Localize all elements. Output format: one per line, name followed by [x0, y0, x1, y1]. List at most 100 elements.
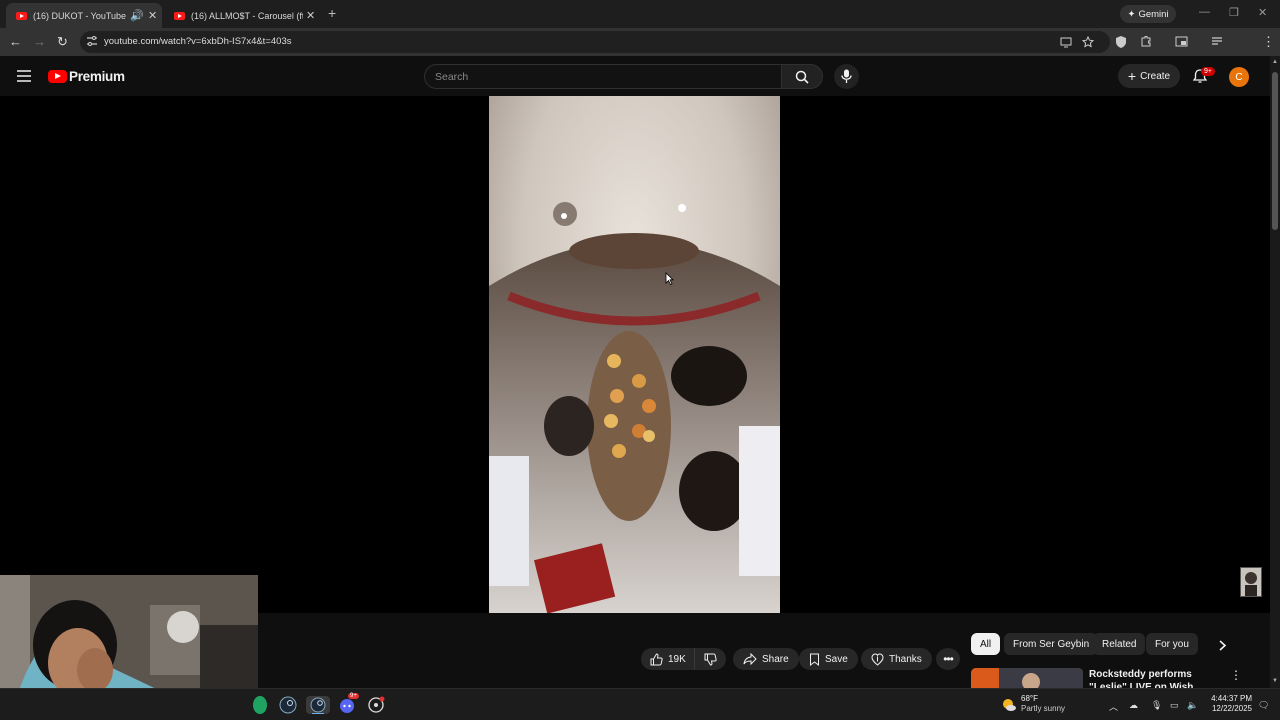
- steam-active-icon[interactable]: [306, 696, 330, 714]
- create-button[interactable]: + Create: [1118, 64, 1180, 88]
- tab-dukot[interactable]: (16) DUKOT - YouTube 🔊 ✕: [6, 3, 162, 28]
- search-input[interactable]: Search: [424, 64, 782, 89]
- microphone-tray-icon[interactable]: 🎙: [1151, 700, 1162, 711]
- thumbnail-image: [971, 668, 1083, 688]
- new-tab-button[interactable]: +: [328, 5, 336, 21]
- like-button[interactable]: 19K: [641, 648, 695, 670]
- obs-icon[interactable]: [367, 696, 385, 714]
- install-app-icon[interactable]: [1060, 36, 1072, 48]
- browser-tab-strip: (16) DUKOT - YouTube 🔊 ✕ (16) ALLMO$T - …: [0, 0, 1280, 28]
- volume-icon[interactable]: 🔈: [1187, 700, 1198, 711]
- tray-chevron-icon[interactable]: ︿: [1109, 700, 1118, 713]
- shield-extension-icon[interactable]: [1115, 35, 1127, 48]
- page-scrollbar[interactable]: ▲ ▼: [1270, 56, 1280, 688]
- create-label: Create: [1140, 70, 1171, 82]
- close-tab-icon[interactable]: ✕: [148, 9, 157, 22]
- notification-count-badge: 9+: [1201, 67, 1215, 76]
- microphone-icon: [841, 69, 852, 83]
- network-icon[interactable]: ▭: [1170, 700, 1179, 711]
- chip-from-channel[interactable]: From Ser Geybin: [1004, 633, 1099, 655]
- recommended-title[interactable]: Rocksteddy performs "Leslie" LIVE on Wis…: [1089, 668, 1219, 688]
- search-icon: [795, 70, 809, 84]
- close-window-icon[interactable]: ✕: [1258, 6, 1267, 19]
- logo-wordmark: Premium: [69, 69, 125, 84]
- extensions-icon[interactable]: [1140, 35, 1152, 47]
- thumbs-down-icon: [704, 653, 717, 666]
- share-button[interactable]: Share: [733, 648, 799, 670]
- thumbs-up-icon: [650, 652, 663, 665]
- gemini-label: Gemini: [1138, 8, 1169, 20]
- close-tab-icon[interactable]: ✕: [306, 9, 315, 22]
- clock-time: 4:44:37 PM: [1211, 694, 1252, 703]
- edge-icon[interactable]: [253, 696, 267, 714]
- more-vertical-icon[interactable]: ⋮: [1230, 668, 1242, 682]
- share-arrow-icon: [743, 653, 757, 665]
- scroll-up-arrow-icon[interactable]: ▲: [1272, 59, 1278, 65]
- address-bar[interactable]: youtube.com/watch?v=6xbDh-IS7x4&t=403s: [80, 31, 1110, 53]
- recommended-thumbnail[interactable]: [971, 668, 1083, 688]
- chip-for-you[interactable]: For you: [1146, 633, 1198, 655]
- video-frame[interactable]: [489, 96, 780, 613]
- steam-icon[interactable]: [279, 696, 297, 714]
- back-icon[interactable]: ←: [9, 34, 22, 49]
- weather-temp: 68°F: [1021, 694, 1038, 703]
- clock-date: 12/22/2025: [1211, 704, 1252, 713]
- tab-allmost[interactable]: (16) ALLMO$T - Carousel (ft. Yu ✕: [164, 3, 320, 28]
- youtube-premium-logo[interactable]: Premium: [48, 69, 125, 84]
- discord-badge: 9+: [348, 693, 359, 699]
- dislike-button[interactable]: [694, 648, 726, 670]
- weather-widget[interactable]: 68°F Partly sunny: [1021, 694, 1065, 714]
- like-count: 19K: [668, 653, 686, 665]
- system-clock[interactable]: 4:44:37 PM 12/22/2025: [1206, 694, 1252, 714]
- browser-toolbar: ← → ↻ youtube.com/watch?v=6xbDh-IS7x4&t=…: [0, 28, 1280, 77]
- video-player[interactable]: [0, 96, 1270, 613]
- tab-title: (16) DUKOT - YouTube: [33, 10, 127, 21]
- share-label: Share: [762, 653, 789, 665]
- browser-menu-icon[interactable]: ⋮: [1262, 34, 1275, 50]
- queue-icon[interactable]: [1211, 36, 1223, 47]
- notification-center-icon[interactable]: 🗨: [1258, 700, 1269, 711]
- tab-title: (16) ALLMO$T - Carousel (ft. Yu: [191, 10, 303, 21]
- onedrive-icon[interactable]: ☁: [1129, 700, 1138, 711]
- windows-taskbar: 9+ 68°F Partly sunny ︿ ☁ 🎙 ▭ 🔈 4:44:37 P…: [0, 688, 1280, 720]
- bookmark-star-icon[interactable]: [1082, 36, 1094, 48]
- channel-thumbnail[interactable]: [1240, 567, 1262, 597]
- forward-icon[interactable]: →: [33, 34, 46, 49]
- save-button[interactable]: Save: [799, 648, 858, 670]
- thanks-button[interactable]: Thanks: [861, 648, 932, 670]
- gemini-button[interactable]: ✦ Gemini: [1120, 5, 1176, 23]
- sparkle-icon: ✦: [1127, 8, 1136, 20]
- thanks-label: Thanks: [889, 653, 922, 665]
- person-image: [1245, 572, 1257, 596]
- chip-all[interactable]: All: [971, 633, 1001, 655]
- speaker-icon[interactable]: 🔊: [130, 9, 144, 22]
- search-placeholder: Search: [435, 71, 469, 83]
- reload-icon[interactable]: ↻: [57, 34, 68, 50]
- scroll-down-arrow-icon[interactable]: ▼: [1272, 678, 1278, 684]
- url-text: youtube.com/watch?v=6xbDh-IS7x4&t=403s: [104, 36, 292, 47]
- mouse-cursor-icon: [665, 272, 674, 285]
- discord-icon[interactable]: 9+: [338, 693, 359, 714]
- video-content-image: [489, 96, 780, 613]
- chevron-right-icon[interactable]: [1218, 640, 1227, 651]
- restore-icon[interactable]: ❐: [1229, 6, 1239, 19]
- super-thanks-icon: [871, 652, 884, 666]
- hamburger-menu-icon[interactable]: [17, 70, 31, 82]
- chip-related[interactable]: Related: [1093, 633, 1146, 655]
- site-info-icon[interactable]: [86, 35, 98, 47]
- scrollbar-thumb[interactable]: [1272, 72, 1278, 230]
- plus-icon: +: [1127, 68, 1137, 84]
- bookmark-icon: [810, 653, 819, 666]
- minimize-icon[interactable]: —: [1199, 6, 1210, 18]
- weather-sun-icon: [1003, 699, 1016, 711]
- search-button[interactable]: [781, 64, 823, 89]
- save-label: Save: [825, 653, 848, 665]
- voice-search-button[interactable]: [834, 64, 859, 89]
- media-control-icon[interactable]: [1175, 36, 1188, 47]
- youtube-favicon-icon: [174, 11, 185, 20]
- weather-desc: Partly sunny: [1021, 704, 1066, 713]
- more-actions-button[interactable]: •••: [936, 648, 960, 670]
- account-avatar[interactable]: C: [1229, 67, 1249, 87]
- more-horizontal-icon: •••: [943, 652, 954, 666]
- youtube-header: Premium Search + Create 9+ C: [0, 56, 1270, 96]
